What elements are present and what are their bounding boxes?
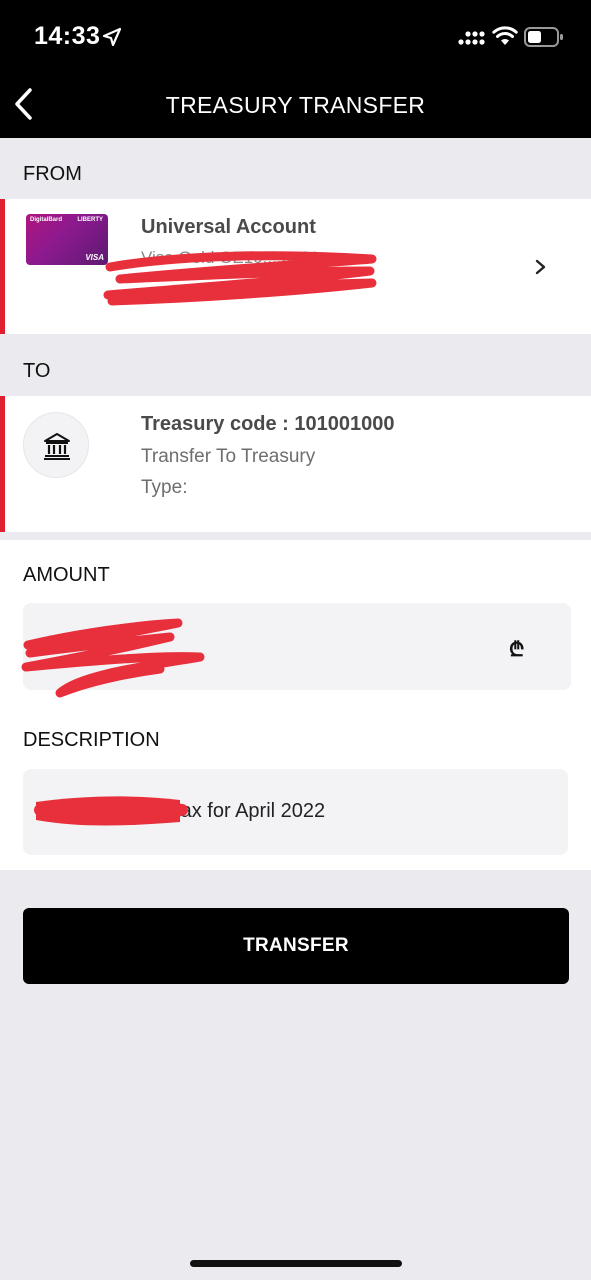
selection-accent-bar [0,396,5,532]
card-thumbnail: DigitalBard LIBERTY VISA [26,214,108,265]
treasury-code: Treasury code : 101001000 [141,413,395,435]
status-time: 14:33 [34,22,101,50]
chevron-right-icon [535,259,546,275]
card-brand-text: DigitalBard [30,217,63,223]
bank-building-icon [44,433,70,460]
amount-input[interactable]: 10 ₾ [23,603,571,690]
to-treasury-row: Treasury code : 101001000 Transfer To Tr… [0,396,591,532]
account-name: Universal Account [141,216,316,238]
bank-avatar [23,412,89,478]
account-number: Visa Gold GE10....6001 [141,248,320,267]
treasury-type-label: Type: [141,477,188,498]
selection-accent-bar [0,199,5,334]
visa-logo: VISA [85,253,104,262]
treasury-subtitle: Transfer To Treasury [141,446,316,467]
page-title: TREASURY TRANSFER [165,92,426,118]
cellular-signal-icon [458,31,485,45]
transfer-button[interactable]: TRANSFER [23,908,569,984]
home-indicator [190,1260,402,1267]
form-panel: AMOUNT 10 ₾ DESCRIPTION Small business t… [0,540,591,870]
amount-label: AMOUNT [23,564,110,586]
description-label: DESCRIPTION [23,729,160,751]
battery-icon [524,27,563,47]
description-input[interactable]: Small business tax for April 2022 [23,769,568,855]
location-arrow-icon [102,27,122,47]
wifi-icon [492,26,518,45]
description-value: Small business tax for April 2022 [35,800,326,822]
card-bank-text: LIBERTY [77,217,103,223]
status-bar: 14:33 [0,0,591,72]
app-header: TREASURY TRANSFER [0,72,591,138]
amount-value: 10 [45,633,67,654]
lari-currency-icon: ₾ [509,639,525,661]
from-section-label: FROM [23,163,82,185]
from-account-row[interactable]: DigitalBard LIBERTY VISA Universal Accou… [0,199,591,334]
to-section-label: TO [23,360,51,382]
